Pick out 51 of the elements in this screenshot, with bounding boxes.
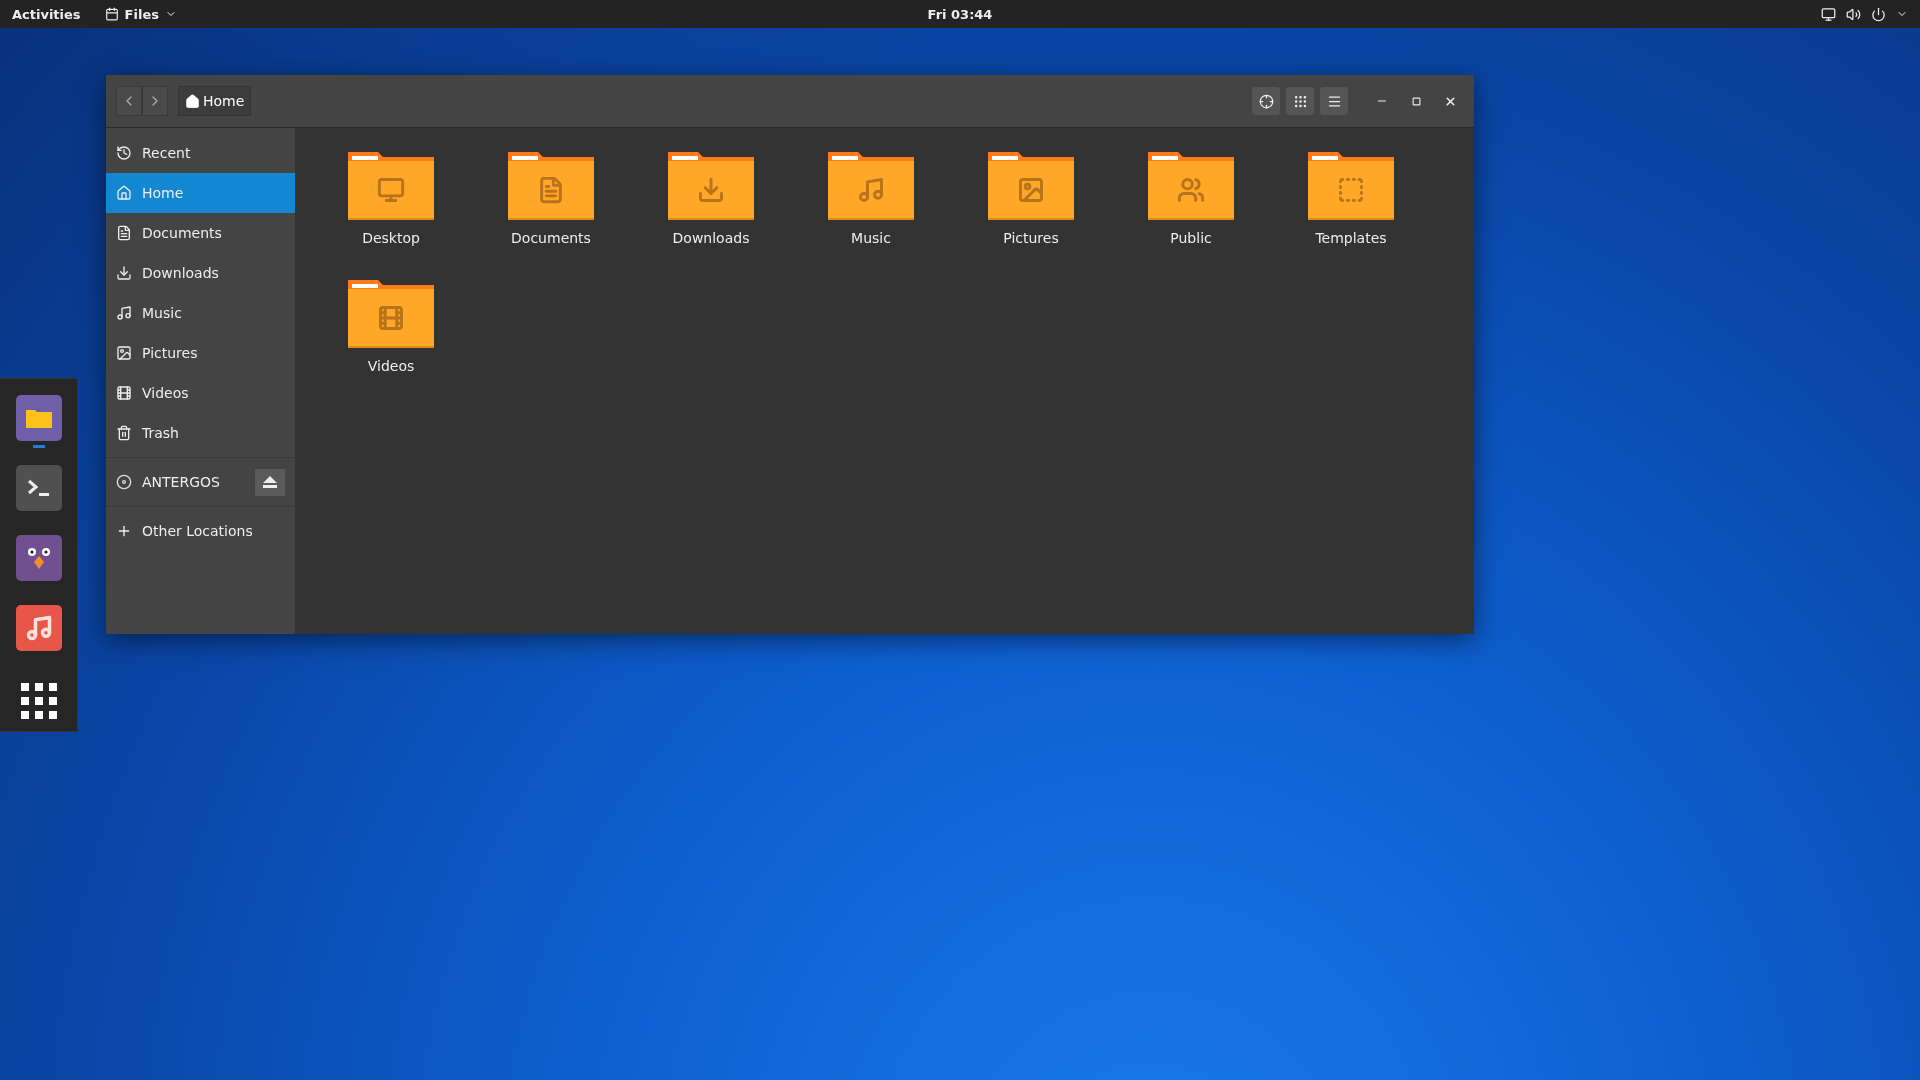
folder-label[interactable]: Documents (511, 230, 591, 246)
sidebar-item[interactable]: Pictures (106, 333, 295, 373)
menu-button[interactable] (1320, 87, 1348, 115)
maximize-icon (1411, 96, 1421, 106)
music-note-icon (116, 305, 132, 321)
sidebar-item[interactable]: Trash (106, 413, 295, 453)
app-grid-icon[interactable] (20, 683, 57, 719)
terminal-app-icon[interactable] (15, 465, 62, 511)
plus-icon (116, 523, 132, 539)
app-menu[interactable]: Files (104, 6, 177, 22)
image-icon (116, 345, 132, 361)
disc-icon (116, 474, 132, 490)
back-button[interactable] (116, 86, 142, 116)
dots-grid-icon (1292, 93, 1308, 109)
folder-label[interactable]: Downloads (672, 230, 750, 246)
grid-view-button[interactable] (1286, 87, 1314, 115)
folder-app-icon[interactable] (15, 395, 62, 441)
sidebar-item[interactable]: ANTERGOS (106, 462, 295, 502)
location-button[interactable] (1252, 87, 1280, 115)
sidebar-item[interactable]: Documents (106, 213, 295, 253)
document-icon (116, 225, 132, 241)
clock[interactable]: Fri 03:44 (927, 6, 993, 22)
sidebar-item[interactable]: Downloads (106, 253, 295, 293)
close-icon (1443, 94, 1457, 108)
sidebar-item[interactable]: Recent (106, 133, 295, 173)
home-icon (116, 185, 132, 201)
folder-label[interactable]: Videos (367, 358, 415, 374)
forward-button[interactable] (142, 86, 168, 116)
folder-label[interactable]: Desktop (362, 230, 420, 246)
download-icon (116, 265, 132, 281)
bird-app-icon[interactable] (15, 535, 62, 581)
volume-icon[interactable] (1846, 6, 1861, 22)
clock-icon (116, 145, 132, 161)
sidebar-item[interactable]: Videos (106, 373, 295, 413)
folder-label[interactable]: Music (851, 230, 891, 246)
crosshair-icon (1258, 93, 1274, 109)
home-icon (185, 93, 200, 109)
activities-button[interactable]: Activities (12, 6, 81, 22)
menu-icon (1326, 93, 1342, 109)
folder-label[interactable]: Templates (1315, 230, 1387, 246)
eject-button[interactable] (255, 468, 285, 496)
folder-label[interactable]: Pictures (1003, 230, 1059, 246)
folder-label[interactable]: Public (1170, 230, 1212, 246)
eject-icon (263, 476, 277, 488)
sidebar-item[interactable]: Music (106, 293, 295, 333)
power-icon[interactable] (1871, 6, 1886, 22)
film-icon (116, 385, 132, 401)
sidebar-item[interactable]: Other Locations (106, 511, 295, 551)
path-button[interactable]: Home (178, 86, 252, 116)
music-app-icon[interactable] (15, 605, 62, 651)
trash-icon (116, 425, 132, 441)
